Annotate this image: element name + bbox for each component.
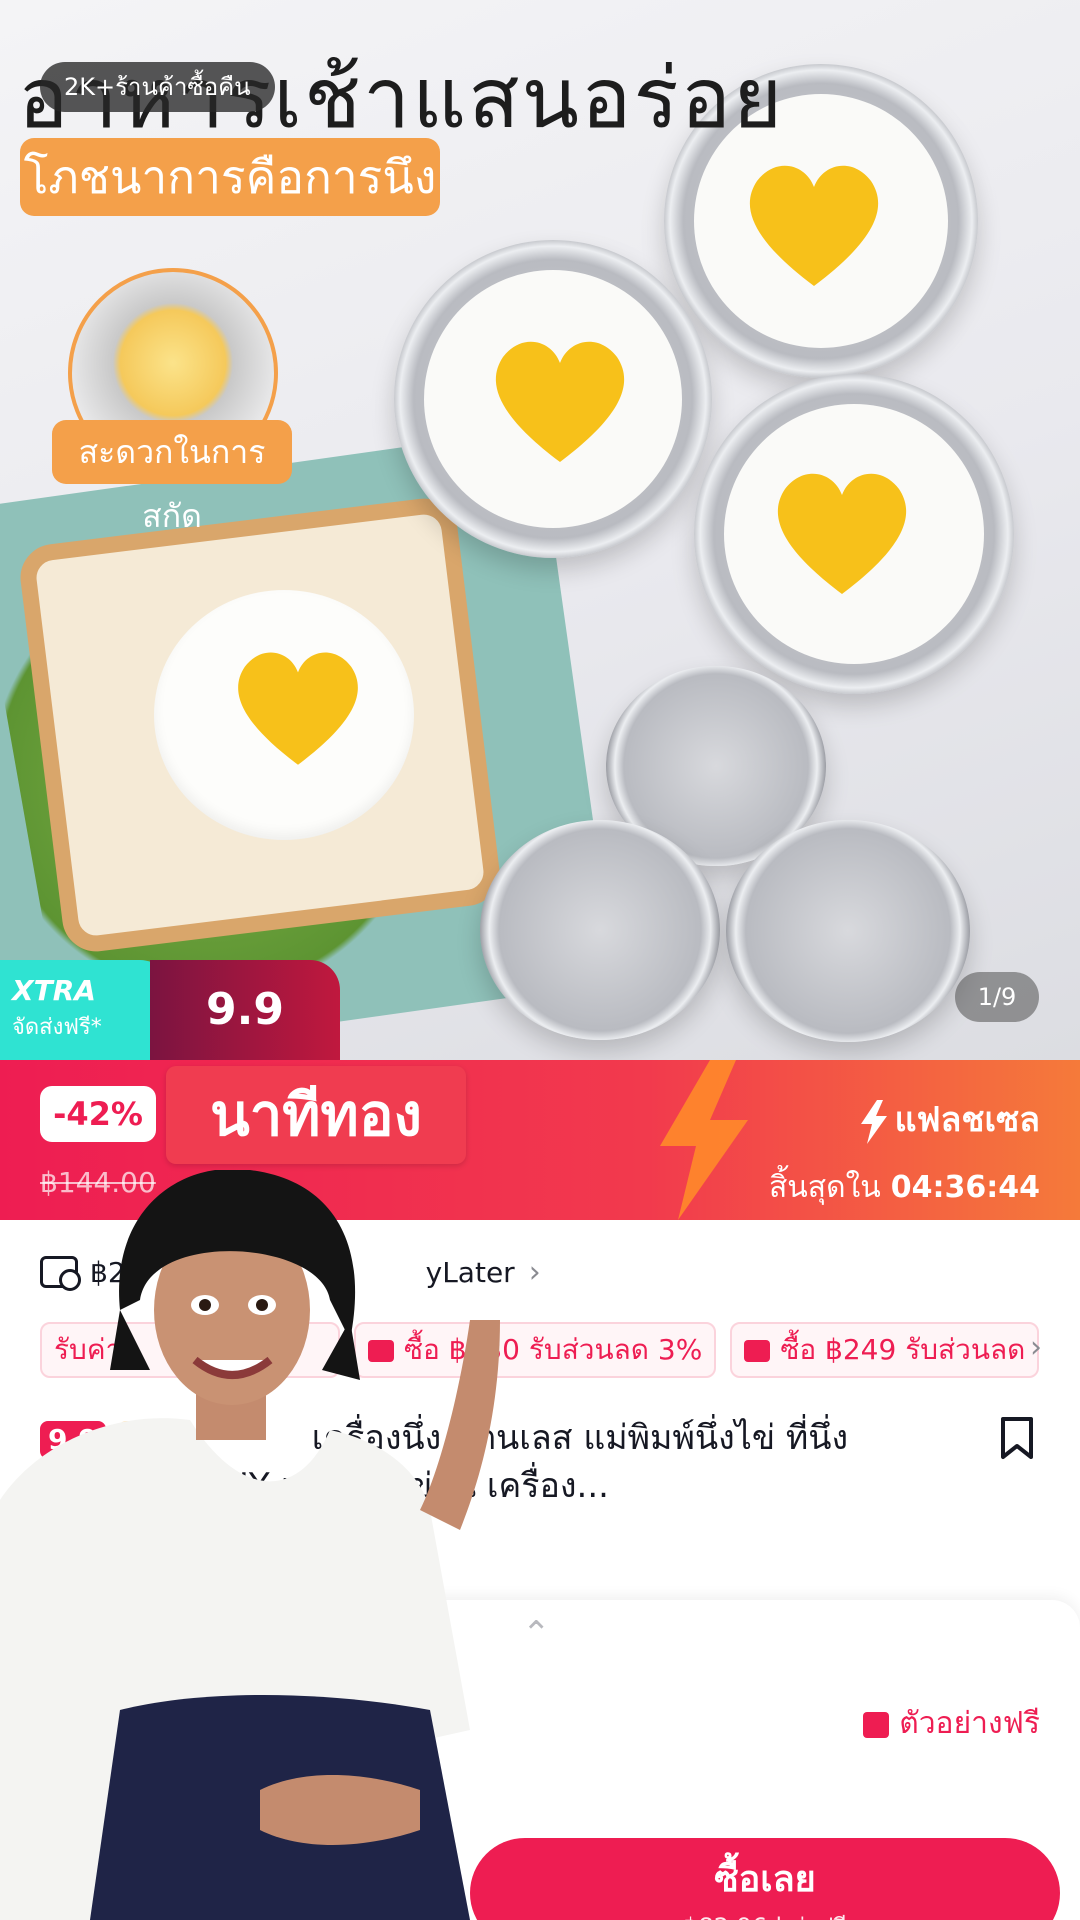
inset-caption: สะดวกในการสกัด <box>52 420 292 535</box>
bottom-sheet: ⌃ ะเหล ตัวอย่างฟรี ซื้อเลย ฿82.96 | ส่งฟ… <box>0 1600 1080 1920</box>
xtra-title: XTRA <box>12 974 96 1007</box>
xtra-subtitle: จัดส่งฟรี* <box>12 1015 102 1040</box>
product-title-line2: ไ ในครัว น DIY แม่พิมพ์ไข่อุ่น เครื่อง..… <box>40 1466 609 1506</box>
flash-sale-title: แฟลชเซล <box>859 1092 1040 1146</box>
gift-icon <box>863 1711 890 1738</box>
buy-now-price: ฿82.96 | ส่งฟรี <box>470 1907 1060 1920</box>
xtra-free-shipping-badge: XTRA จัดส่งฟรี* <box>0 960 170 1060</box>
double-chevron-up-icon[interactable]: ⌃ <box>522 1614 551 1654</box>
shop-tab[interactable]: ร้านค้า <box>20 1900 92 1920</box>
coupon-chip[interactable]: ซื้อ ฿130 รับส่วนลด 3% <box>354 1322 717 1378</box>
coupon-label: ซื้อ ฿249 รับส่วนลด <box>780 1333 1026 1366</box>
coupon-icon <box>744 1340 771 1362</box>
coupon-icon <box>368 1340 394 1362</box>
heart-yolk-icon <box>238 652 358 765</box>
free-sample-link[interactable]: ตัวอย่างฟรี <box>863 1700 1040 1747</box>
heart-yolk-icon <box>777 473 907 594</box>
promo-banner: โภชนาการคือการนึง <box>20 138 440 216</box>
chevron-right-icon: › <box>528 1254 541 1290</box>
campaign-badge: 9.9 <box>150 960 340 1060</box>
heart-yolk-icon <box>749 165 879 286</box>
buy-now-button[interactable]: ซื้อเลย ฿82.96 | ส่งฟรี <box>470 1838 1060 1920</box>
heart-yolk-icon <box>495 341 625 462</box>
flash-sale-text: แฟลชเซล <box>894 1100 1040 1140</box>
empty-steel-ring-graphic <box>480 820 720 1040</box>
countdown-timer: สิ้นสุดใน 04:36:44 <box>769 1164 1040 1211</box>
campaign-title-badge: 9.9 <box>40 1420 106 1459</box>
repurchase-badge: 2K+ร้านค้าซื้อคืน <box>40 62 275 112</box>
product-image-carousel[interactable]: อาหารเช้าแสนอร่อย 2K+ร้านค้าซื้อคืน โภชน… <box>0 0 1080 1060</box>
coupon-label: รับค่า <box>54 1333 122 1366</box>
coupon-chip[interactable]: รับค่า <box>40 1322 340 1378</box>
product-title-line1: เครื่องนึ่ง แตนเลส แม่พิมพ์นึ่งไข่ ที่นึ… <box>311 1418 849 1458</box>
discount-badge: -42% <box>40 1086 156 1142</box>
flash-sale-bar: -42% นาทีทอง ฿144.00 แฟลชเซล สิ้นสุดใน 04… <box>0 1060 1080 1220</box>
golden-minute-label: นาทีทอง <box>166 1066 466 1164</box>
empty-steel-ring-graphic <box>726 820 970 1042</box>
coupon-strip[interactable]: รับค่า ซื้อ ฿130 รับส่วนลด 3% ซื้อ ฿249 … <box>40 1322 1050 1378</box>
countdown-value: 04:36:44 <box>890 1170 1040 1205</box>
buy-now-label: ซื้อเลย <box>714 1859 816 1900</box>
top-badge: To <box>117 1420 170 1459</box>
chevron-right-icon[interactable]: › <box>1030 1330 1042 1365</box>
coupon-chip[interactable]: ซื้อ ฿249 รับส่วนลด <box>730 1322 1040 1378</box>
product-title[interactable]: 9.9 To เครื่องนึ่ง แตนเลส แม่พิมพ์นึ่งไข่ … <box>40 1414 970 1510</box>
partial-label: ะเหล <box>62 1733 123 1766</box>
lightning-bolt-icon <box>660 1060 748 1220</box>
paylater-prefix: ฿2 <box>90 1255 126 1289</box>
coupon-label: ซื้อ ฿130 รับส่วนลด 3% <box>404 1333 703 1366</box>
original-price: ฿144.00 <box>40 1166 156 1199</box>
paylater-row[interactable]: ฿2 yLater › <box>40 1252 541 1292</box>
wallet-clock-icon <box>40 1256 81 1291</box>
flash-bolt-icon <box>860 1099 887 1144</box>
free-sample-label: ตัวอย่างฟรี <box>899 1706 1040 1741</box>
paylater-suffix: yLater <box>425 1255 515 1289</box>
bookmark-icon[interactable] <box>1000 1416 1034 1460</box>
image-page-counter: 1/9 <box>955 972 1039 1022</box>
countdown-label: สิ้นสุดใน <box>768 1170 881 1205</box>
